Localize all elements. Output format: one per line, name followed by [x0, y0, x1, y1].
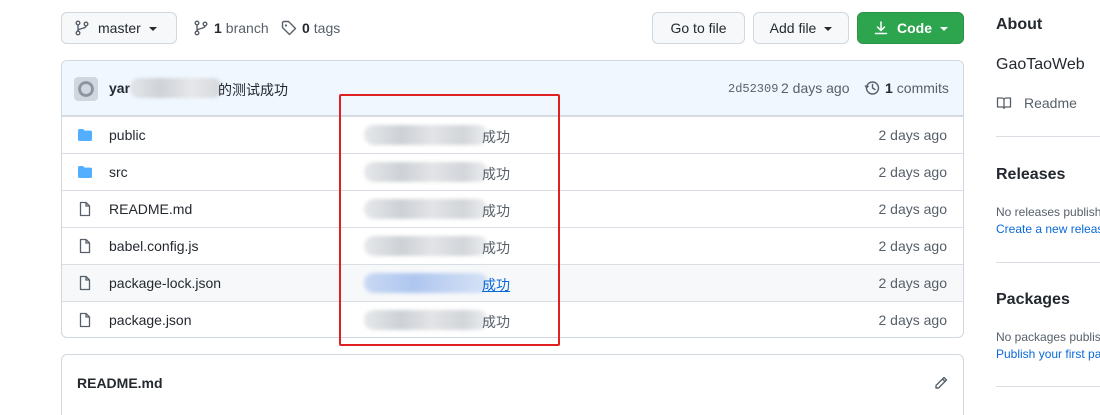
file-name[interactable]: package-lock.json [109, 275, 221, 291]
history-icon [864, 80, 880, 96]
tag-icon [281, 20, 297, 36]
redacted-text [130, 78, 222, 98]
commits-label: commits [896, 80, 949, 96]
packages-empty-text: No packages publis [996, 330, 1100, 344]
readme-panel: README.md [61, 354, 964, 415]
commit-time: 2 days ago [781, 80, 850, 96]
tag-count: 0 [302, 20, 310, 36]
about-heading: About [996, 16, 1043, 33]
go-to-file-label: Go to file [670, 20, 727, 36]
file-name[interactable]: src [109, 164, 128, 180]
readme-link[interactable]: Readme [996, 95, 1077, 111]
highlight-annotation-box [339, 94, 560, 346]
code-label: Code [897, 20, 932, 36]
branch-count: 1 [214, 20, 222, 36]
file-name[interactable]: babel.config.js [109, 238, 199, 254]
file-commit-time: 2 days ago [878, 312, 948, 328]
go-to-file-button[interactable]: Go to file [652, 12, 745, 44]
commits-link[interactable]: 1 commits [864, 80, 949, 96]
file-name[interactable]: public [109, 127, 146, 143]
releases-heading[interactable]: Releases [996, 166, 1065, 184]
commit-author[interactable]: yar [109, 80, 130, 96]
pencil-icon[interactable] [933, 375, 949, 394]
file-name[interactable]: package.json [109, 312, 192, 328]
book-icon [996, 95, 1012, 111]
packages-heading[interactable]: Packages [996, 291, 1070, 309]
create-release-link[interactable]: Create a new release [996, 222, 1100, 236]
tag-label: tags [313, 20, 341, 36]
branch-label: branch [225, 20, 269, 36]
tags-link[interactable]: 0 tags [281, 12, 340, 44]
folder-icon [77, 127, 93, 146]
divider [996, 136, 1100, 137]
add-file-button[interactable]: Add file [753, 12, 849, 44]
readme-title: README.md [77, 375, 163, 391]
chevron-down-icon [940, 27, 948, 31]
file-commit-time: 2 days ago [878, 201, 948, 217]
branch-name: master [98, 20, 141, 36]
file-icon [77, 201, 93, 220]
branch-select-button[interactable]: master [61, 12, 177, 44]
publish-package-link[interactable]: Publish your first pa [996, 347, 1100, 361]
file-commit-time: 2 days ago [878, 127, 948, 143]
avatar[interactable] [74, 77, 98, 101]
download-icon [873, 20, 889, 36]
file-commit-time: 2 days ago [878, 238, 948, 254]
file-icon [77, 238, 93, 257]
folder-icon [77, 164, 93, 183]
file-commit-time: 2 days ago [878, 164, 948, 180]
file-commit-time: 2 days ago [878, 275, 948, 291]
divider [996, 262, 1100, 263]
commit-sha[interactable]: 2d52309 [728, 82, 778, 96]
file-icon [77, 275, 93, 294]
commit-message[interactable]: 的测试成功 [218, 80, 288, 100]
repo-description: GaoTaoWeb [996, 56, 1085, 73]
readme-side-label: Readme [1024, 95, 1077, 111]
chevron-down-icon [148, 27, 157, 31]
chevron-down-icon [824, 27, 833, 31]
git-branch-icon [193, 20, 209, 36]
divider [996, 386, 1100, 387]
file-icon [77, 312, 93, 331]
git-branch-icon [74, 20, 90, 36]
releases-empty-text: No releases publishe [996, 205, 1100, 219]
add-file-label: Add file [769, 20, 817, 36]
branches-link[interactable]: 1 branch [193, 12, 269, 44]
commits-count: 1 [885, 80, 893, 96]
file-name[interactable]: README.md [109, 201, 192, 217]
code-button[interactable]: Code [857, 12, 964, 44]
